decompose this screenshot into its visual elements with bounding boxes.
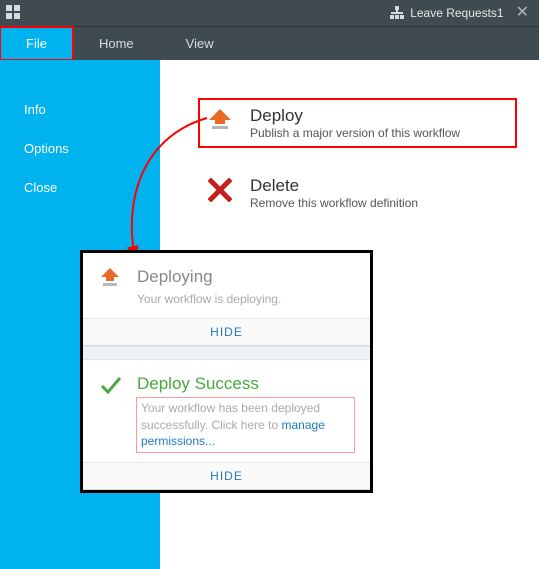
document-title: Leave Requests1 bbox=[410, 6, 503, 20]
deploying-title: Deploying bbox=[137, 267, 281, 287]
deploy-action[interactable]: Deploy Publish a major version of this w… bbox=[200, 100, 515, 146]
success-title: Deploy Success bbox=[137, 374, 354, 394]
tab-view[interactable]: View bbox=[160, 27, 240, 60]
success-check-icon bbox=[99, 374, 123, 403]
sidebar-item-options[interactable]: Options bbox=[0, 129, 160, 168]
close-icon[interactable]: ✕ bbox=[512, 5, 533, 21]
hide-button-deploying[interactable]: HIDE bbox=[83, 318, 370, 345]
tab-file[interactable]: File bbox=[0, 27, 73, 60]
delete-title: Delete bbox=[250, 176, 418, 196]
deploy-subtitle: Publish a major version of this workflow bbox=[250, 126, 460, 140]
app-switcher-icon[interactable] bbox=[6, 5, 20, 24]
success-message-box: Your workflow has been deployed successf… bbox=[137, 398, 354, 452]
sitemap-icon bbox=[390, 6, 404, 20]
delete-subtitle: Remove this workflow definition bbox=[250, 196, 418, 210]
tab-home[interactable]: Home bbox=[73, 27, 160, 60]
deploying-panel: Deploying Your workflow is deploying. HI… bbox=[83, 253, 370, 346]
hide-button-success[interactable]: HIDE bbox=[83, 462, 370, 489]
deploy-upload-icon bbox=[99, 267, 123, 294]
deploy-icon bbox=[206, 106, 234, 134]
delete-icon bbox=[206, 176, 234, 204]
delete-action[interactable]: Delete Remove this workflow definition bbox=[200, 170, 515, 216]
deploy-title: Deploy bbox=[250, 106, 460, 126]
sidebar-item-close[interactable]: Close bbox=[0, 168, 160, 207]
menu-bar: File Home View bbox=[0, 26, 539, 60]
deploy-status-popup: Deploying Your workflow is deploying. HI… bbox=[80, 250, 373, 493]
panel-separator bbox=[83, 346, 370, 360]
sidebar-item-info[interactable]: Info bbox=[0, 90, 160, 129]
deploy-success-panel: Deploy Success Your workflow has been de… bbox=[83, 360, 370, 490]
deploying-message: Your workflow is deploying. bbox=[137, 291, 281, 308]
